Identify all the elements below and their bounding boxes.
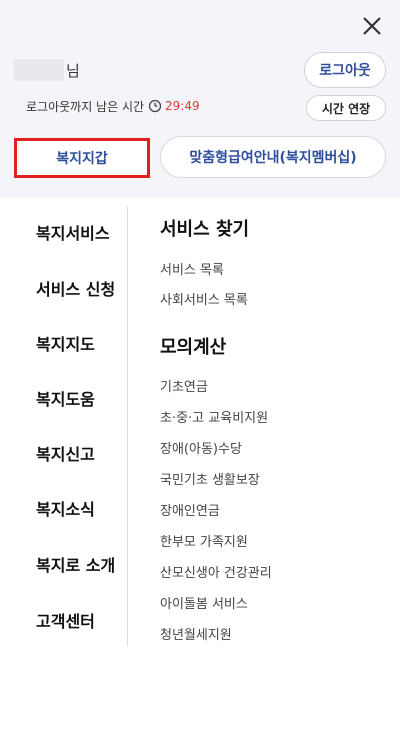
logout-button[interactable]: 로그아웃 xyxy=(304,52,386,88)
link-single-parent-support[interactable]: 한부모 가족지원 xyxy=(160,531,248,550)
section-title-find-service: 서비스 찾기 xyxy=(160,219,250,240)
nav-item-customer-center[interactable]: 고객센터 xyxy=(36,608,95,632)
nav-item-about[interactable]: 복지로 소개 xyxy=(36,552,115,576)
link-basic-pension[interactable]: 기초연금 xyxy=(160,376,208,395)
close-icon xyxy=(363,17,381,35)
link-youth-rent-support[interactable]: 청년월세지원 xyxy=(160,624,232,643)
session-timer: 로그아웃까지 남은 시간 29:49 xyxy=(26,96,200,116)
nav-item-service-apply[interactable]: 서비스 신청 xyxy=(36,276,115,300)
clock-icon xyxy=(148,99,162,113)
extend-time-button[interactable]: 시간 연장 xyxy=(306,95,386,121)
nav-item-welfare-news[interactable]: 복지소식 xyxy=(36,496,95,520)
user-suffix: 님 xyxy=(66,61,80,80)
link-disability-child-allowance[interactable]: 장애(아동)수당 xyxy=(160,438,242,457)
link-maternal-newborn-care[interactable]: 산모신생아 건강관리 xyxy=(160,562,272,581)
nav-item-welfare-map[interactable]: 복지지도 xyxy=(36,331,95,355)
user-greeting: 님 xyxy=(14,56,80,84)
link-child-care-service[interactable]: 아이돌봄 서비스 xyxy=(160,593,248,612)
nav-divider xyxy=(127,206,128,646)
welfare-wallet-button[interactable]: 복지지갑 xyxy=(14,138,150,178)
link-social-service-list[interactable]: 사회서비스 목록 xyxy=(160,289,248,308)
timer-value: 29:49 xyxy=(165,99,200,113)
nav-item-welfare-report[interactable]: 복지신고 xyxy=(36,441,95,465)
nav-item-welfare-service[interactable]: 복지서비스 xyxy=(36,220,110,244)
close-button[interactable] xyxy=(356,10,388,42)
link-basic-livelihood[interactable]: 국민기초 생활보장 xyxy=(160,469,260,488)
link-service-list[interactable]: 서비스 목록 xyxy=(160,259,224,278)
user-name-masked xyxy=(14,59,64,81)
welfare-membership-button[interactable]: 맞춤형급여안내(복지멤버십) xyxy=(160,136,386,178)
link-education-support[interactable]: 초·중·고 교육비지원 xyxy=(160,407,268,426)
nav-item-welfare-help[interactable]: 복지도움 xyxy=(36,386,95,410)
link-disability-pension[interactable]: 장애인연금 xyxy=(160,500,220,519)
timer-label: 로그아웃까지 남은 시간 xyxy=(26,99,145,114)
section-title-simulation: 모의계산 xyxy=(160,337,227,358)
